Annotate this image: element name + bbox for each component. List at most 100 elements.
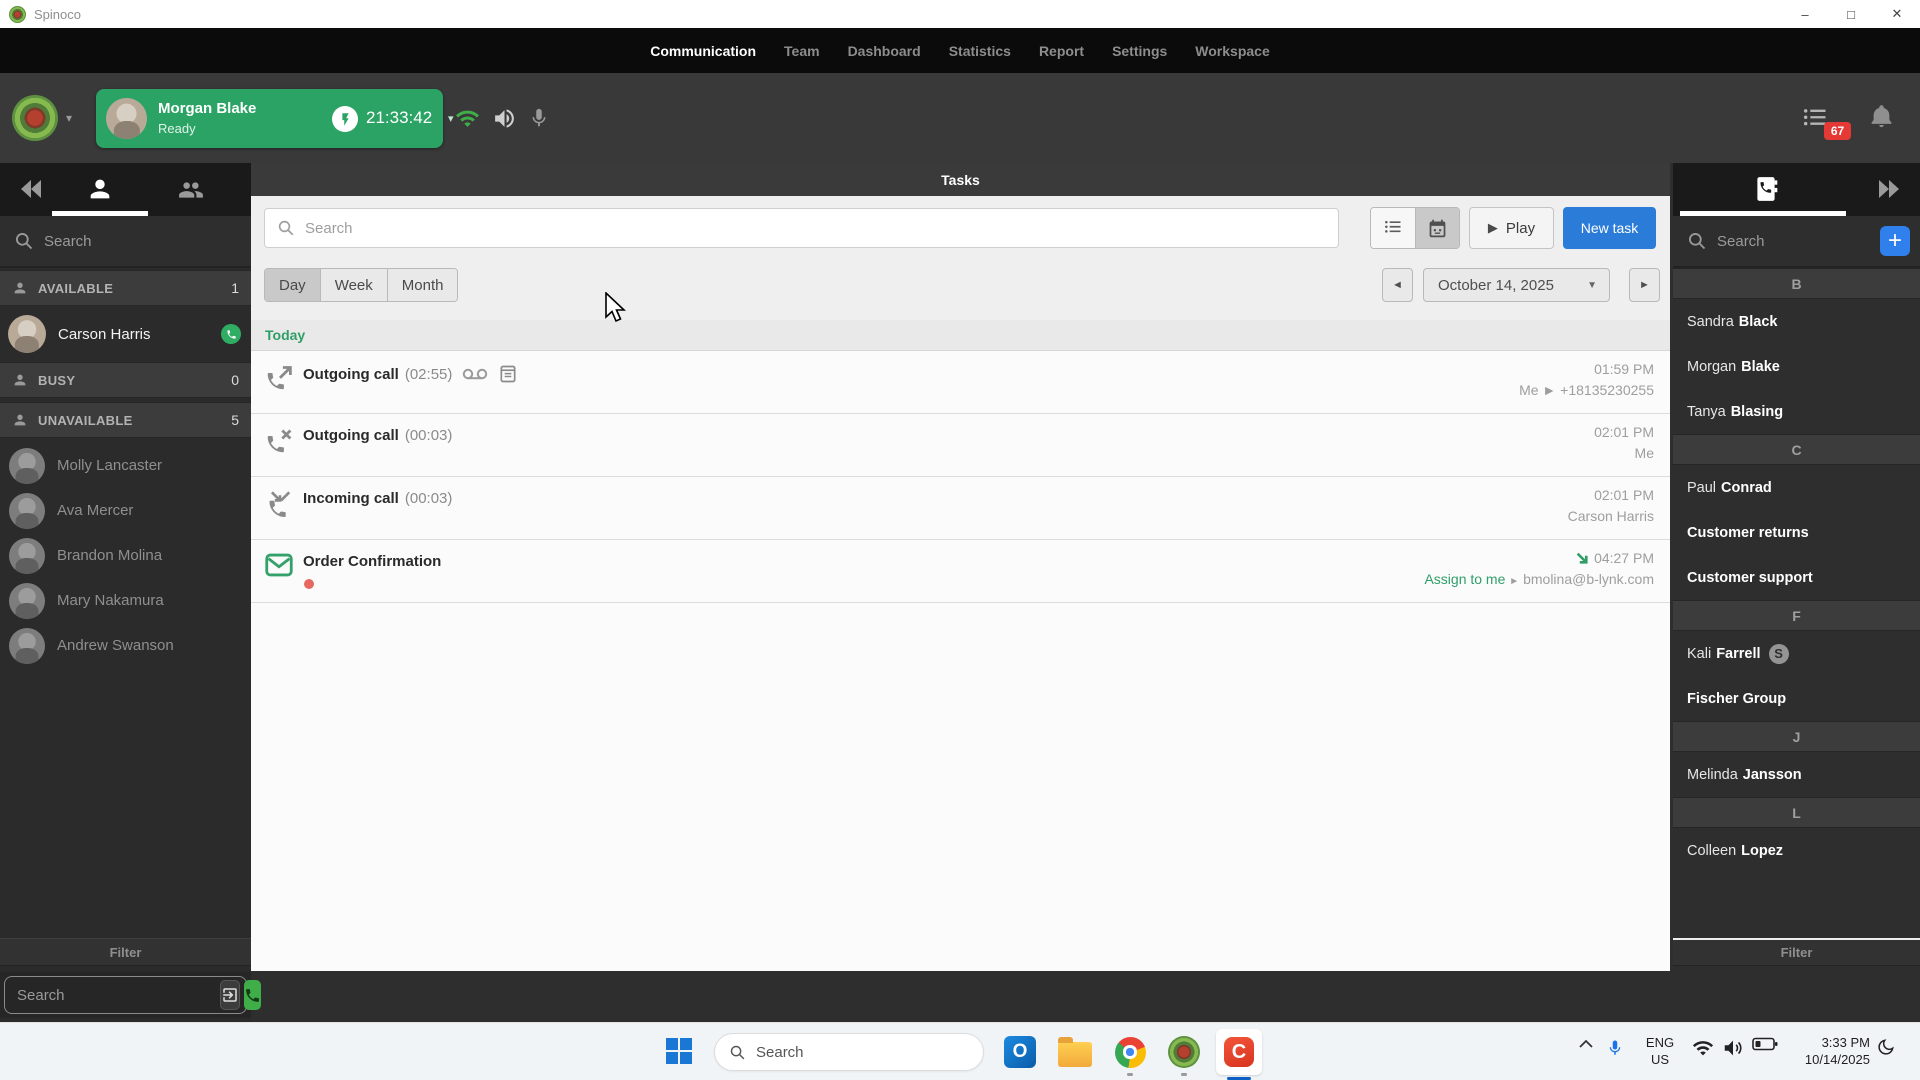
contact-colleen-lopez[interactable]: Colleen Lopez: [1673, 828, 1920, 873]
contact-first-name: Melinda: [1687, 766, 1738, 783]
contacts-search[interactable]: +: [1673, 216, 1920, 268]
tab-phonebook[interactable]: [1753, 175, 1779, 208]
contact-kali-farrell[interactable]: Kali Farrell S: [1673, 631, 1920, 676]
microphone-icon[interactable]: [528, 106, 550, 135]
nav-settings[interactable]: Settings: [1112, 43, 1167, 59]
task-row-outgoing-call-1[interactable]: Outgoing call (02:55) 01:59 PM Me ► +181…: [251, 351, 1670, 414]
start-button[interactable]: [666, 1038, 693, 1065]
contact-first-name: Kali: [1687, 645, 1712, 662]
taskbar-chrome-icon[interactable]: [1110, 1032, 1150, 1076]
agent-name: Molly Lancaster: [57, 457, 163, 474]
list-view-button[interactable]: [1371, 208, 1415, 248]
task-row-incoming-call[interactable]: Incoming call (00:03) 02:01 PM Carson Ha…: [251, 477, 1670, 540]
dial-search-box[interactable]: [4, 976, 261, 1014]
nav-team[interactable]: Team: [784, 43, 820, 59]
agent-row-ava-mercer[interactable]: Ava Mercer: [0, 488, 251, 533]
tab-month[interactable]: Month: [386, 269, 458, 301]
agent-avatar: [106, 98, 147, 139]
agent-row-molly-lancaster[interactable]: Molly Lancaster: [0, 443, 251, 488]
taskbar-outlook-icon[interactable]: O: [1000, 1032, 1040, 1072]
nav-statistics[interactable]: Statistics: [949, 43, 1011, 59]
tab-agents[interactable]: [86, 175, 114, 208]
add-contact-button[interactable]: +: [1880, 226, 1910, 256]
agent-row-andrew-swanson[interactable]: Andrew Swanson: [0, 623, 251, 668]
tray-clock[interactable]: 3:33 PM 10/14/2025: [1774, 1034, 1870, 1068]
tasks-search[interactable]: [264, 208, 1339, 248]
app-menu-button[interactable]: ▾: [12, 95, 72, 141]
task-row-order-confirmation[interactable]: Order Confirmation 04:27 PM Assign to me…: [251, 540, 1670, 603]
date-select[interactable]: October 14, 2025 ▼: [1423, 268, 1610, 302]
task-time-text: 04:27 PM: [1594, 550, 1654, 566]
new-task-button[interactable]: New task: [1563, 207, 1656, 249]
contact-morgan-blake[interactable]: Morgan Blake: [1673, 344, 1920, 389]
calendar-view-button[interactable]: [1415, 208, 1459, 248]
collapse-sidebar-icon[interactable]: [1878, 178, 1902, 205]
agent-row-carson-harris[interactable]: Carson Harris: [0, 308, 251, 360]
voicemail-icon: [463, 368, 488, 379]
contact-customer-returns[interactable]: Customer returns: [1673, 510, 1920, 555]
minimize-button[interactable]: –: [1782, 0, 1828, 28]
dial-search-row: [0, 972, 261, 1018]
contact-paul-conrad[interactable]: Paul Conrad: [1673, 465, 1920, 510]
agents-search[interactable]: [0, 216, 251, 268]
taskbar-camtasia-icon[interactable]: C: [1216, 1029, 1262, 1080]
task-row-outgoing-call-2[interactable]: Outgoing call (00:03) 02:01 PM Me: [251, 414, 1670, 477]
avatar: [9, 627, 45, 664]
contact-customer-support[interactable]: Customer support: [1673, 555, 1920, 600]
tray-microphone-icon[interactable]: [1606, 1037, 1624, 1059]
next-day-button[interactable]: ►: [1629, 268, 1660, 302]
taskbar-search[interactable]: [714, 1033, 984, 1071]
group-available[interactable]: AVAILABLE 1: [0, 270, 251, 306]
contact-tanya-blasing[interactable]: Tanya Blasing: [1673, 389, 1920, 434]
group-label: UNAVAILABLE: [38, 412, 133, 428]
status-timer: 21:33:42: [366, 108, 433, 127]
tray-speaker-icon[interactable]: [1722, 1037, 1744, 1059]
tray-language-indicator[interactable]: ENG US: [1638, 1034, 1682, 1068]
tasks-search-input[interactable]: [305, 219, 1338, 237]
tray-chevron-up-icon[interactable]: [1578, 1037, 1594, 1053]
tab-teams[interactable]: [176, 177, 206, 208]
agent-name: Andrew Swanson: [57, 637, 174, 654]
transfer-button[interactable]: [220, 980, 240, 1010]
bell-icon[interactable]: [1868, 103, 1895, 135]
taskbar-file-explorer-icon[interactable]: [1055, 1032, 1095, 1072]
contacts-filter-bar[interactable]: Filter: [1673, 938, 1920, 966]
speaker-icon[interactable]: [492, 106, 517, 136]
close-button[interactable]: ✕: [1874, 0, 1920, 28]
group-busy[interactable]: BUSY 0: [0, 362, 251, 398]
letter-header: L: [1673, 797, 1920, 828]
taskbar-spinoco-icon[interactable]: [1164, 1032, 1204, 1076]
email-icon: [265, 553, 293, 582]
previous-day-button[interactable]: ◄: [1382, 268, 1413, 302]
agents-search-input[interactable]: [44, 232, 194, 250]
tab-week[interactable]: Week: [319, 269, 387, 301]
dial-search-input[interactable]: [17, 986, 216, 1004]
contacts-search-input[interactable]: [1717, 232, 1837, 250]
nav-communication[interactable]: Communication: [650, 43, 756, 59]
assign-to-me-link[interactable]: Assign to me: [1424, 571, 1505, 587]
nav-dashboard[interactable]: Dashboard: [848, 43, 921, 59]
agent-status-pill[interactable]: Morgan Blake Ready 21:33:42 ▾: [96, 89, 454, 148]
window-controls: – □ ✕: [1782, 0, 1920, 28]
play-button[interactable]: ▶ Play: [1469, 207, 1554, 249]
agents-filter-bar[interactable]: Filter: [0, 938, 251, 966]
tray-night-mode-icon[interactable]: [1876, 1037, 1896, 1057]
contact-first-name: Colleen: [1687, 842, 1737, 859]
agent-row-brandon-molina[interactable]: Brandon Molina: [0, 533, 251, 578]
contact-melinda-jansson[interactable]: Melinda Jansson: [1673, 752, 1920, 797]
tray-wifi-icon[interactable]: [1692, 1037, 1714, 1059]
collapse-sidebar-icon[interactable]: [20, 178, 44, 205]
contact-fischer-group[interactable]: Fischer Group: [1673, 676, 1920, 721]
chevron-down-icon[interactable]: ▾: [448, 112, 454, 125]
missed-outgoing-call-icon: [265, 427, 295, 462]
nav-workspace[interactable]: Workspace: [1195, 43, 1269, 59]
nav-report[interactable]: Report: [1039, 43, 1084, 59]
group-unavailable[interactable]: UNAVAILABLE 5: [0, 402, 251, 438]
contact-sandra-black[interactable]: Sandra Black: [1673, 299, 1920, 344]
tab-day[interactable]: Day: [265, 269, 320, 301]
taskbar-search-input[interactable]: [756, 1043, 936, 1061]
maximize-button[interactable]: □: [1828, 0, 1874, 28]
agent-row-mary-nakamura[interactable]: Mary Nakamura: [0, 578, 251, 623]
letter-header: C: [1673, 434, 1920, 465]
task-title: Incoming call: [303, 490, 399, 507]
